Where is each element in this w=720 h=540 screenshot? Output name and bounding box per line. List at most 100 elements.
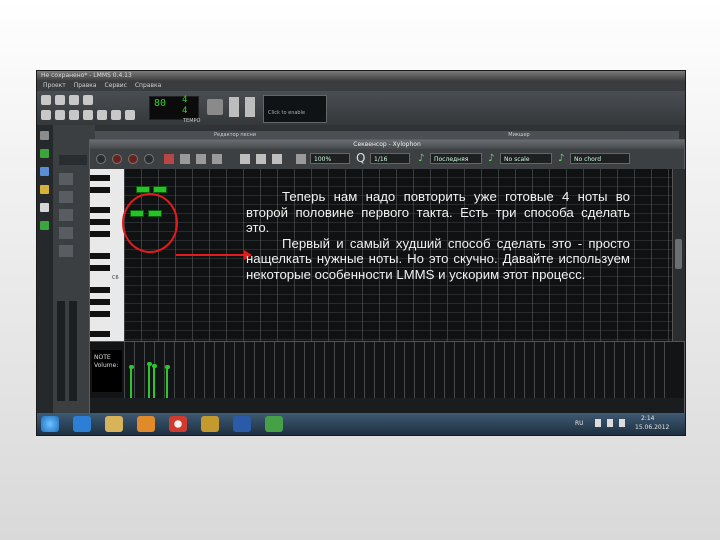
play-controls[interactable]	[59, 155, 87, 165]
velocity-knob[interactable]	[152, 364, 157, 368]
scale-combo[interactable]: No scale	[500, 153, 552, 164]
beat-editor-icon[interactable]	[55, 110, 65, 120]
piano-keyboard[interactable]: C6	[90, 169, 124, 341]
ie-icon[interactable]	[73, 416, 91, 432]
metronome-icon[interactable]	[207, 99, 223, 115]
new-project-icon[interactable]	[41, 95, 51, 105]
erase-mode-icon[interactable]	[180, 154, 190, 164]
start-button-icon[interactable]	[41, 416, 59, 432]
track-tool-1[interactable]	[59, 173, 73, 185]
volume-icon[interactable]	[619, 419, 625, 427]
velocity-bar[interactable]	[166, 367, 168, 398]
explorer-icon[interactable]	[105, 416, 123, 432]
note[interactable]	[153, 186, 167, 193]
zoom-combo[interactable]: 100%	[310, 153, 350, 164]
velocity-grid[interactable]	[124, 342, 672, 398]
master-pitch-slider[interactable]	[245, 97, 255, 117]
record-accompany-button[interactable]	[128, 154, 138, 164]
chord-combo[interactable]: No chord	[570, 153, 630, 164]
mixer-icon[interactable]	[97, 110, 107, 120]
overlay-paragraph-1: Теперь нам надо повторить уже готовые 4 …	[246, 189, 630, 235]
quantize-icon: Q	[356, 151, 366, 165]
menu-help[interactable]: Справка	[135, 82, 161, 89]
windows-taskbar: RU 2:14 15.06.2012	[37, 413, 685, 435]
track-tool-2[interactable]	[59, 191, 73, 203]
stop-button[interactable]	[144, 154, 154, 164]
media-player-icon[interactable]	[137, 416, 155, 432]
copy-icon[interactable]	[256, 154, 266, 164]
overlay-text: Теперь нам надо повторить уже готовые 4 …	[246, 189, 630, 282]
track-tool-4[interactable]	[59, 227, 73, 239]
vertical-scrollbar[interactable]	[672, 169, 685, 341]
flag-icon[interactable]	[607, 419, 613, 427]
velocity-bar[interactable]	[130, 367, 132, 398]
note[interactable]	[136, 186, 150, 193]
time-sig-top: 4	[182, 95, 188, 105]
word-icon[interactable]	[233, 416, 251, 432]
main-toolbar: 80 4 4 TEMPO Click to enable	[37, 91, 685, 125]
song-editor-icon[interactable]	[41, 110, 51, 120]
chord-value: No chord	[574, 156, 602, 163]
zoom-icon	[296, 154, 306, 164]
piano-roll-titlebar: Секвенсор - Xylophon	[90, 140, 684, 149]
clock-time[interactable]: 2:14	[641, 415, 654, 422]
record-button[interactable]	[112, 154, 122, 164]
automation-icon[interactable]	[83, 110, 93, 120]
language-indicator[interactable]: RU	[575, 420, 584, 427]
controller-icon[interactable]	[111, 110, 121, 120]
note-length-icon: ♪	[418, 153, 425, 164]
home-icon[interactable]	[40, 203, 49, 212]
track-tool-5[interactable]	[59, 245, 73, 257]
velocity-knob[interactable]	[129, 365, 134, 369]
scale-value: No scale	[504, 156, 530, 163]
master-volume-slider[interactable]	[229, 97, 239, 117]
velocity-panel: NOTE Volume:	[90, 341, 684, 398]
lmms-icon[interactable]	[265, 416, 283, 432]
zoom-value: 100%	[314, 156, 332, 163]
tempo-value: 80	[154, 98, 167, 109]
draw-mode-icon[interactable]	[164, 154, 174, 164]
instruments-icon[interactable]	[40, 131, 49, 140]
play-button[interactable]	[96, 154, 106, 164]
select-mode-icon[interactable]	[196, 154, 206, 164]
notes-icon[interactable]	[125, 110, 135, 120]
chord-icon: ♪	[558, 153, 565, 164]
key-label: C6	[112, 275, 119, 281]
save-project-icon[interactable]	[83, 95, 93, 105]
open-project-icon[interactable]	[55, 95, 65, 105]
projects-icon[interactable]	[40, 149, 49, 158]
chrome-icon[interactable]	[169, 416, 187, 432]
cut-icon[interactable]	[240, 154, 250, 164]
note-length-combo[interactable]: Последняя	[430, 153, 482, 164]
root-icon[interactable]	[40, 221, 49, 230]
recent-project-icon[interactable]	[69, 95, 79, 105]
mixer-channel-2[interactable]	[69, 301, 77, 401]
tempo-lcd[interactable]: 80 4 4	[149, 95, 199, 120]
velocity-bar[interactable]	[153, 366, 155, 398]
highlight-circle	[122, 193, 178, 253]
quantize-combo[interactable]: 1/16	[370, 153, 410, 164]
mixer-titlebar: Микшер	[359, 131, 679, 139]
menu-edit[interactable]: Правка	[74, 82, 97, 89]
menu-project[interactable]: Проект	[43, 82, 66, 89]
mixer-channel-1[interactable]	[57, 301, 65, 401]
menu-bar: Проект Правка Сервис Справка	[37, 81, 685, 91]
presets-icon[interactable]	[40, 185, 49, 194]
velocity-bar[interactable]	[148, 364, 150, 398]
overlay-paragraph-2: Первый и самый худший способ сделать это…	[246, 235, 630, 282]
samples-icon[interactable]	[40, 167, 49, 176]
piano-roll-icon[interactable]	[69, 110, 79, 120]
velocity-label-line2: Volume:	[94, 362, 119, 369]
menu-tools[interactable]: Сервис	[105, 82, 127, 89]
song-editor-titlebar: Редактор песни	[95, 131, 375, 139]
oscilloscope[interactable]: Click to enable	[263, 95, 327, 123]
velocity-knob[interactable]	[165, 365, 170, 369]
network-icon[interactable]	[595, 419, 601, 427]
detune-mode-icon[interactable]	[212, 154, 222, 164]
winamp-icon[interactable]	[201, 416, 219, 432]
note-length-value: Последняя	[434, 156, 469, 163]
quantize-value: 1/16	[374, 156, 388, 163]
track-tool-3[interactable]	[59, 209, 73, 221]
paste-icon[interactable]	[272, 154, 282, 164]
clock-date[interactable]: 15.06.2012	[635, 424, 669, 431]
